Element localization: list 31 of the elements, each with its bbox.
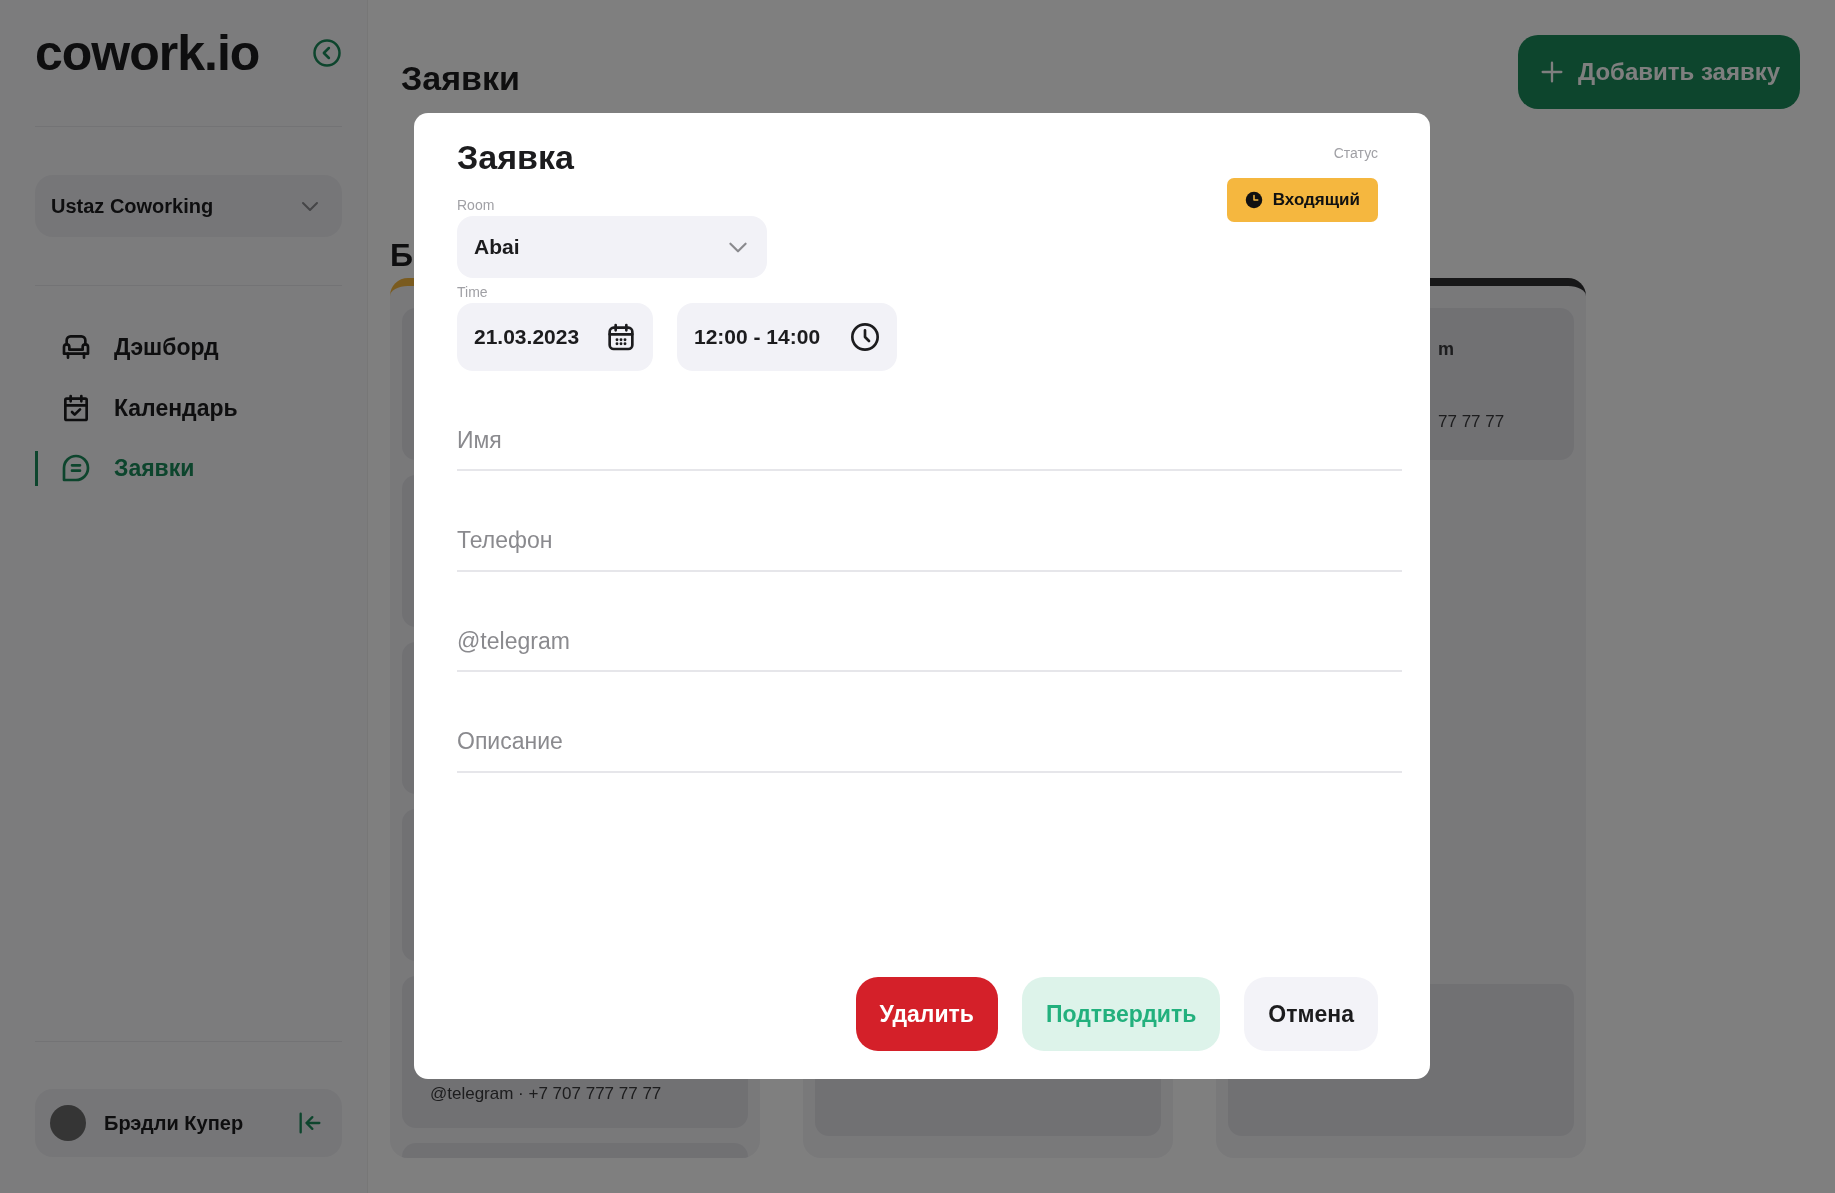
- workspace-select[interactable]: Ustaz Coworking: [35, 175, 342, 237]
- card-contact: 77 77 77: [1438, 410, 1506, 433]
- page-title: Заявки: [401, 58, 520, 99]
- text-input[interactable]: Телефон: [457, 511, 1402, 572]
- text-input[interactable]: Имя: [457, 410, 1402, 472]
- field-label: Room: [457, 197, 495, 214]
- text-input[interactable]: Описание: [457, 712, 1402, 773]
- status-badge: Входящий: [1226, 178, 1378, 222]
- user-name: Брэдли Купер: [104, 1111, 245, 1136]
- card-contact: @telegram · +7 707 777 77 77: [430, 1082, 663, 1105]
- status-label: Статус: [1333, 144, 1378, 163]
- clock-icon: [1244, 190, 1263, 209]
- column-heading: Б: [390, 237, 413, 273]
- confirm-button[interactable]: Подтвердить: [1021, 977, 1221, 1051]
- clock-icon: [849, 320, 881, 353]
- sidebar-item[interactable]: Дэшборд: [35, 320, 342, 375]
- back-icon[interactable]: [312, 38, 342, 68]
- card-title: m: [1438, 338, 1455, 361]
- date-field[interactable]: 21.03.2023: [457, 302, 653, 371]
- cancel-button[interactable]: Отмена: [1244, 977, 1378, 1051]
- sidebar-item[interactable]: Календарь: [35, 380, 342, 435]
- text-input[interactable]: @telegram: [457, 611, 1402, 673]
- field-label: Time: [457, 284, 488, 301]
- sidebar-item[interactable]: Заявки: [35, 441, 342, 496]
- modal-title: Заявка: [457, 137, 574, 178]
- room-select[interactable]: Abai: [457, 216, 767, 278]
- logo: cowork.io: [35, 28, 260, 78]
- add-request-button[interactable]: Добавить заявку: [1518, 35, 1800, 109]
- avatar: [50, 1105, 86, 1141]
- time-field[interactable]: 12:00 - 14:00: [677, 302, 897, 371]
- delete-button[interactable]: Удалить: [855, 977, 998, 1051]
